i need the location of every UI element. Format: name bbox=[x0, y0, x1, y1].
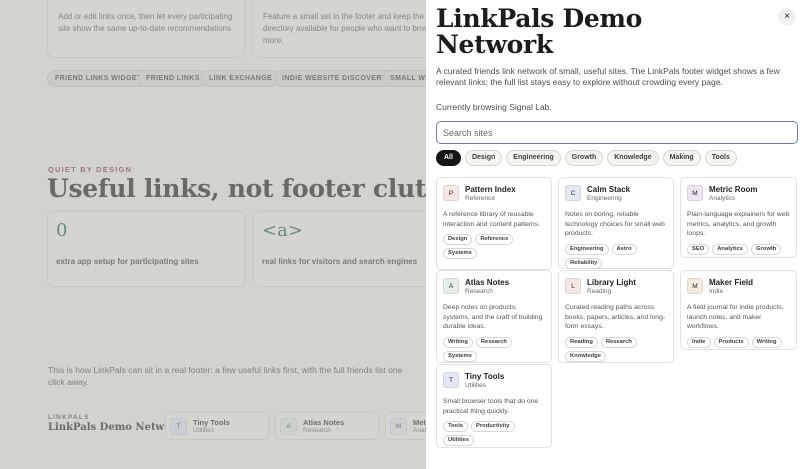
site-monogram-icon: L bbox=[565, 278, 581, 294]
network-panel: × LinkPals Demo Network A curated friend… bbox=[426, 0, 800, 469]
site-name: Atlas Notes bbox=[465, 278, 510, 287]
site-tag: Products bbox=[713, 336, 749, 348]
site-card-library-light[interactable]: L Library Light Reading Curated reading … bbox=[558, 270, 674, 363]
site-tag: Engineering bbox=[565, 243, 609, 255]
site-category: Reading bbox=[587, 288, 612, 295]
site-tag: Analytics bbox=[712, 243, 749, 255]
site-tag: Writing bbox=[751, 336, 782, 348]
site-monogram-icon: C bbox=[565, 185, 581, 201]
panel-title: LinkPals Demo Network bbox=[436, 4, 642, 59]
site-tag: Systems bbox=[443, 350, 477, 362]
site-description: Plain-language explainers for web metric… bbox=[687, 211, 790, 237]
filter-tools[interactable]: Tools bbox=[704, 150, 737, 166]
site-tag: SEO bbox=[687, 243, 710, 255]
filter-bar: All Design Engineering Growth Knowledge … bbox=[436, 150, 737, 166]
site-category: Analytics bbox=[709, 195, 736, 202]
current-site-note: Currently browsing Signal Lab. bbox=[436, 102, 552, 112]
site-name: Calm Stack bbox=[587, 185, 631, 194]
site-category: Engineering bbox=[587, 195, 622, 202]
site-name: Metric Room bbox=[709, 185, 758, 194]
site-description: A field journal for indie products, laun… bbox=[687, 304, 784, 330]
site-tag: Research bbox=[600, 336, 637, 348]
site-tag: Astro bbox=[611, 243, 637, 255]
site-description: Notes on boring, reliable technology cho… bbox=[565, 211, 665, 237]
site-description: Curated reading paths across books, pape… bbox=[565, 304, 666, 330]
site-monogram-icon: P bbox=[443, 185, 459, 201]
site-description: Small browser tools that do one practica… bbox=[443, 398, 539, 415]
site-tag: Utilities bbox=[443, 435, 474, 446]
site-tag: Tools bbox=[443, 421, 469, 432]
site-tag: Systems bbox=[443, 248, 477, 259]
site-category: Utilities bbox=[465, 382, 486, 389]
site-card-metric-room[interactable]: M Metric Room Analytics Plain-language e… bbox=[680, 177, 797, 258]
site-name: Tiny Tools bbox=[465, 372, 505, 381]
filter-making[interactable]: Making bbox=[662, 150, 701, 166]
filter-growth[interactable]: Growth bbox=[564, 150, 604, 166]
site-card-atlas-notes[interactable]: A Atlas Notes Research Deep notes on pro… bbox=[436, 270, 552, 363]
site-tag: Growth bbox=[751, 243, 782, 255]
site-monogram-icon: A bbox=[443, 278, 459, 294]
site-name: Pattern Index bbox=[465, 185, 516, 194]
filter-knowledge[interactable]: Knowledge bbox=[607, 150, 659, 166]
site-card-maker-field[interactable]: M Maker Field Indie A field journal for … bbox=[680, 270, 797, 350]
site-tag: Reading bbox=[565, 336, 598, 348]
site-card-tiny-tools[interactable]: T Tiny Tools Utilities Small browser too… bbox=[436, 364, 552, 448]
site-tag: Design bbox=[443, 234, 473, 245]
site-name: Maker Field bbox=[709, 278, 754, 287]
filter-engineering[interactable]: Engineering bbox=[506, 150, 561, 166]
site-tag: Productivity bbox=[471, 421, 515, 432]
filter-design[interactable]: Design bbox=[464, 150, 503, 166]
site-tag: Knowledge bbox=[565, 350, 606, 362]
site-tag: Research bbox=[475, 336, 512, 348]
search-input[interactable] bbox=[436, 121, 798, 144]
site-tag: Reference bbox=[475, 234, 514, 245]
site-tag: Indie bbox=[687, 336, 711, 348]
site-monogram-icon: M bbox=[687, 278, 703, 294]
close-icon[interactable]: × bbox=[778, 8, 796, 26]
site-category: Reference bbox=[465, 195, 495, 202]
site-description: A reference library of reusable interact… bbox=[443, 211, 541, 228]
site-monogram-icon: M bbox=[687, 185, 703, 201]
site-category: Research bbox=[465, 288, 493, 295]
site-tag: Writing bbox=[443, 336, 473, 348]
panel-description: A curated friends link network of small,… bbox=[436, 66, 780, 87]
site-category: Indie bbox=[709, 288, 724, 295]
filter-all[interactable]: All bbox=[436, 150, 461, 166]
site-card-pattern-index[interactable]: P Pattern Index Reference A reference li… bbox=[436, 177, 552, 270]
site-monogram-icon: T bbox=[443, 372, 459, 388]
site-card-calm-stack[interactable]: C Calm Stack Engineering Notes on boring… bbox=[558, 177, 674, 269]
site-tag: Reliability bbox=[565, 257, 603, 269]
site-name: Library Light bbox=[587, 278, 636, 287]
site-description: Deep notes on products, systems, and the… bbox=[443, 304, 543, 330]
